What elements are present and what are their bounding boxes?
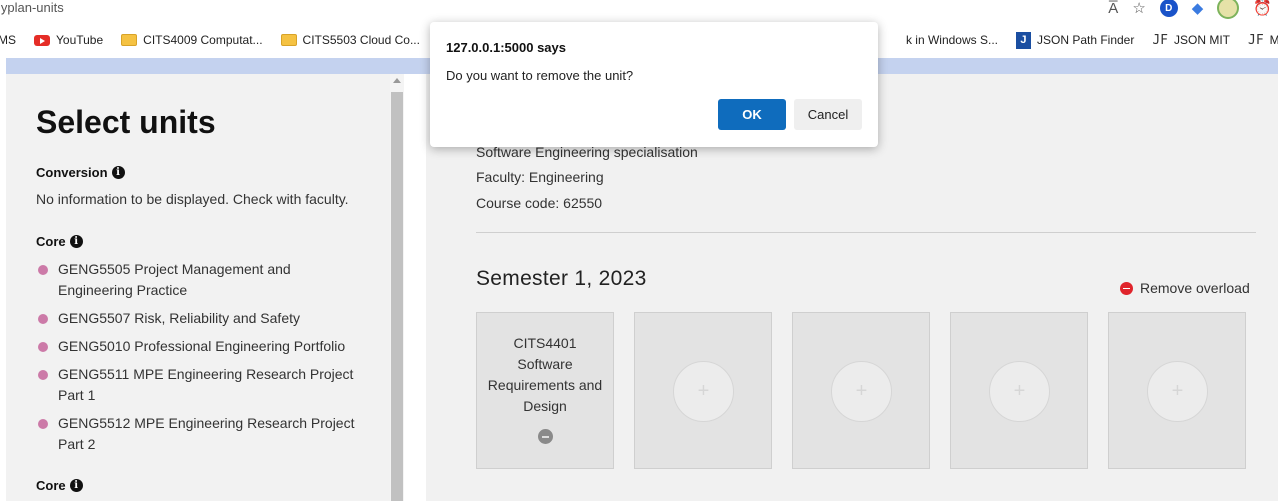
unit-label: GENG5010 Professional Engineering Portfo… bbox=[58, 338, 346, 354]
bookmark-ms[interactable]: MS bbox=[0, 33, 16, 47]
dialog-message: Do you want to remove the unit? bbox=[446, 68, 634, 83]
bookmark-label: JSON MIT bbox=[1174, 33, 1231, 47]
confirm-dialog: 127.0.0.1:5000 says Do you want to remov… bbox=[430, 22, 878, 147]
bookmark-youtube[interactable]: YouTube bbox=[34, 33, 103, 47]
core-heading-2: Core i bbox=[36, 478, 83, 493]
course-code-text: Course code: 62550 bbox=[476, 195, 603, 211]
list-item[interactable]: GENG5512 MPE Engineering Research Projec… bbox=[38, 413, 368, 455]
url-text[interactable]: lyplan-units bbox=[0, 0, 64, 15]
read-aloud-icon[interactable]: A̅ bbox=[1108, 0, 1118, 17]
bookmark-label: YouTube bbox=[56, 33, 104, 47]
info-icon[interactable]: i bbox=[69, 479, 83, 492]
alarm-icon[interactable]: ⏰ bbox=[1253, 0, 1272, 17]
select-units-title: Select units bbox=[36, 104, 216, 140]
unit-card-text: CITS4401 Software Requirements and Desig… bbox=[487, 335, 603, 414]
ok-button[interactable]: OK bbox=[718, 99, 786, 130]
list-item[interactable]: GENG5010 Professional Engineering Portfo… bbox=[38, 336, 368, 357]
select-units-panel: Select units Conversion i No information… bbox=[6, 74, 390, 501]
bookmark-label: CITS4009 Computat... bbox=[143, 33, 263, 47]
bookmark-cits4009[interactable]: CITS4009 Computat... bbox=[121, 33, 263, 47]
add-unit-icon[interactable]: + bbox=[989, 361, 1050, 422]
remove-overload-button[interactable]: Remove overload bbox=[1120, 280, 1250, 296]
conversion-heading-label: Conversion bbox=[36, 165, 108, 180]
unit-card-empty: + bbox=[950, 312, 1088, 469]
remove-unit-icon[interactable] bbox=[538, 429, 553, 444]
jf-icon: JF bbox=[1248, 32, 1264, 48]
bullet-icon bbox=[38, 419, 48, 429]
scroll-thumb[interactable] bbox=[391, 92, 403, 501]
bookmark-label: JSON Path Finder bbox=[1036, 33, 1135, 47]
bookmark-label: CITS5503 Cloud Co... bbox=[302, 33, 420, 47]
unit-card-empty: + bbox=[634, 312, 772, 469]
conversion-heading: Conversion i bbox=[36, 165, 125, 180]
json-path-icon: J bbox=[1015, 31, 1031, 49]
info-icon[interactable]: i bbox=[69, 235, 83, 248]
add-favorite-icon[interactable]: ☆ bbox=[1132, 0, 1145, 17]
cancel-button[interactable]: Cancel bbox=[794, 99, 862, 130]
unit-card-empty: + bbox=[792, 312, 930, 469]
unit-card-empty: + bbox=[1108, 312, 1246, 469]
add-unit-icon[interactable]: + bbox=[673, 361, 734, 422]
browser-toolbar-icons: A̅ ☆ D ◆ ⏰ bbox=[1108, 0, 1278, 20]
bookmark-json-mit[interactable]: JF JSON MIT bbox=[1152, 33, 1230, 48]
avatar-icon[interactable] bbox=[1217, 0, 1240, 19]
extension-icon[interactable]: ◆ bbox=[1192, 0, 1204, 17]
remove-overload-label: Remove overload bbox=[1140, 280, 1250, 296]
bookmark-label: MS bbox=[0, 33, 16, 47]
sidebar-scrollbar[interactable] bbox=[390, 74, 404, 501]
list-item[interactable]: GENG5511 MPE Engineering Research Projec… bbox=[38, 364, 368, 406]
divider bbox=[476, 232, 1256, 233]
core-heading-label: Core bbox=[36, 234, 66, 249]
unit-label: GENG5512 MPE Engineering Research Projec… bbox=[58, 415, 355, 452]
unit-label: GENG5505 Project Management and Engineer… bbox=[58, 261, 291, 298]
list-item[interactable]: GENG5505 Project Management and Engineer… bbox=[38, 259, 368, 301]
add-unit-icon[interactable]: + bbox=[831, 361, 892, 422]
bullet-icon bbox=[38, 265, 48, 275]
dialog-title: 127.0.0.1:5000 says bbox=[446, 40, 566, 55]
scroll-up-icon[interactable] bbox=[393, 78, 401, 83]
youtube-icon bbox=[34, 34, 50, 46]
bookmark-master[interactable]: JF MASTER bbox=[1248, 33, 1278, 48]
faculty-text: Faculty: Engineering bbox=[476, 169, 604, 185]
core-unit-list: GENG5505 Project Management and Engineer… bbox=[38, 259, 368, 462]
unit-card-filled[interactable]: CITS4401 Software Requirements and Desig… bbox=[476, 312, 614, 469]
bullet-icon bbox=[38, 314, 48, 324]
folder-icon bbox=[280, 34, 297, 46]
core-heading-label: Core bbox=[36, 478, 66, 493]
core-heading: Core i bbox=[36, 234, 83, 249]
unit-label: GENG5507 Risk, Reliability and Safety bbox=[58, 310, 300, 326]
bookmark-json-path-finder[interactable]: J JSON Path Finder bbox=[1015, 31, 1135, 49]
info-icon[interactable]: i bbox=[111, 166, 125, 179]
semester-title: Semester 1, 2023 bbox=[476, 267, 647, 290]
bookmark-label: k in Windows S... bbox=[905, 33, 998, 47]
list-item[interactable]: GENG5507 Risk, Reliability and Safety bbox=[38, 308, 368, 329]
panel-gap bbox=[404, 74, 426, 501]
add-unit-icon[interactable]: + bbox=[1147, 361, 1208, 422]
unit-label: GENG5511 MPE Engineering Research Projec… bbox=[58, 366, 354, 403]
remove-icon bbox=[1120, 281, 1133, 295]
bookmark-label: MASTER bbox=[1269, 33, 1278, 47]
profile-icon[interactable]: D bbox=[1159, 0, 1178, 17]
jf-icon: JF bbox=[1152, 32, 1169, 48]
folder-icon bbox=[121, 34, 138, 46]
browser-address-bar: lyplan-units A̅ ☆ D ◆ ⏰ bbox=[0, 0, 1278, 22]
bookmark-cits5503[interactable]: CITS5503 Cloud Co... bbox=[280, 33, 420, 47]
bullet-icon bbox=[38, 342, 48, 352]
bullet-icon bbox=[38, 370, 48, 380]
conversion-note: No information to be displayed. Check wi… bbox=[36, 191, 349, 207]
